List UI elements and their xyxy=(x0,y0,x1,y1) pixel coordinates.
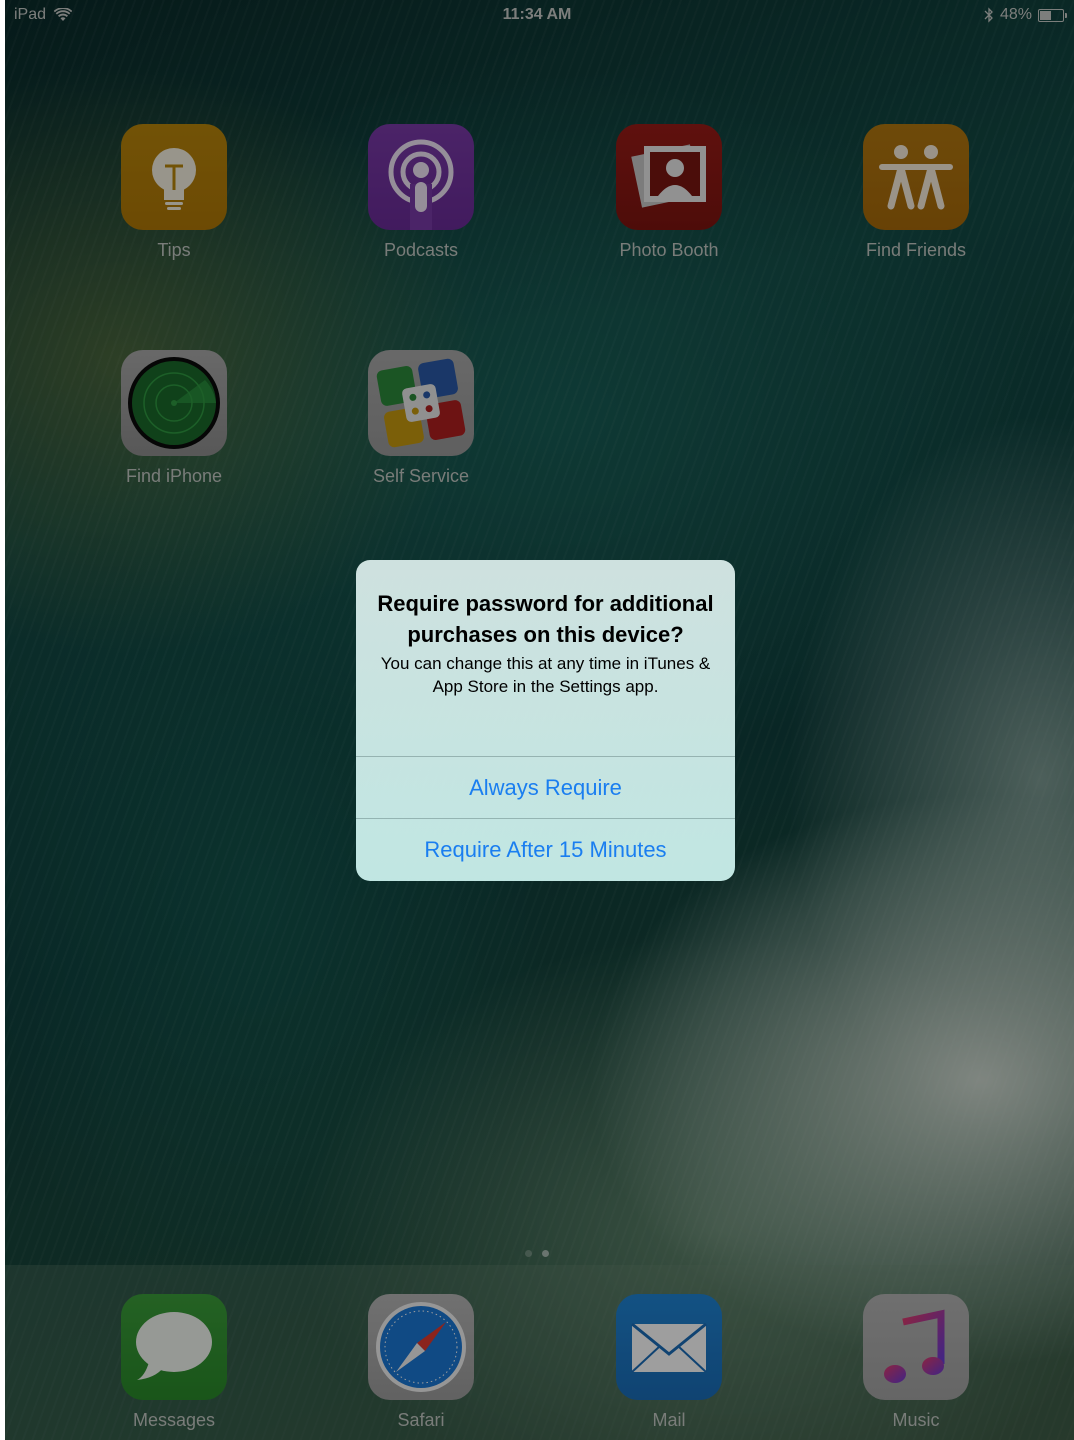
require-after-15-minutes-button[interactable]: Require After 15 Minutes xyxy=(356,818,735,881)
alert-title: Require password for additional purchase… xyxy=(377,591,714,647)
always-require-button[interactable]: Always Require xyxy=(356,756,735,819)
password-alert-dialog: Require password for additional purchase… xyxy=(356,560,735,881)
screen-edge xyxy=(0,0,5,1440)
alert-message: You can change this at any time in iTune… xyxy=(380,654,711,696)
ipad-home-screen: iPad 11:34 AM 48% Tips Podcasts Photo Bo… xyxy=(0,0,1074,1440)
